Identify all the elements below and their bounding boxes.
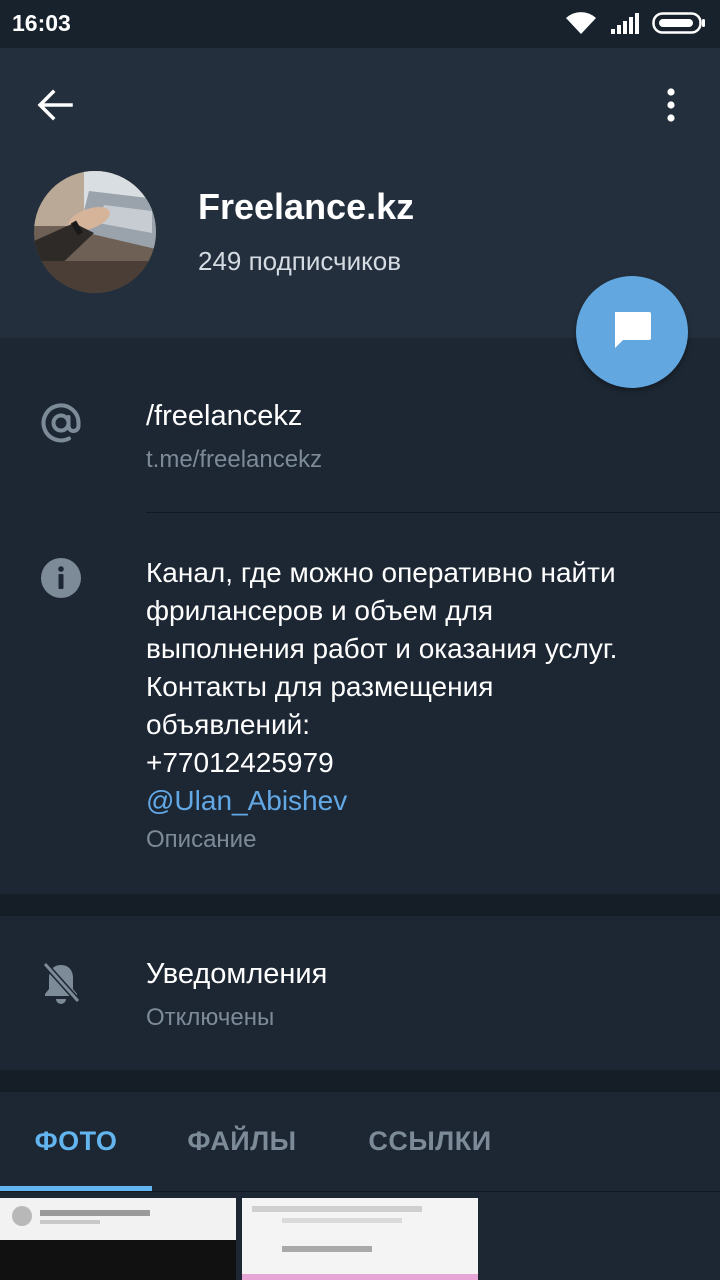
channel-link-title[interactable]: /freelancekz bbox=[146, 400, 302, 433]
status-time: 16:03 bbox=[12, 10, 71, 36]
description-line: Канал, где можно оперативно найти bbox=[146, 557, 616, 588]
at-icon bbox=[34, 396, 88, 450]
description-line: выполнения работ и оказания услуг. bbox=[146, 633, 618, 664]
tab-photo[interactable]: ФОТО bbox=[0, 1092, 152, 1190]
battery-icon bbox=[652, 11, 706, 40]
description-line: объявлений: bbox=[146, 709, 311, 740]
media-tabs: ФОТО ФАЙЛЫ ССЫЛКИ bbox=[0, 1092, 720, 1192]
divider bbox=[146, 512, 720, 513]
mention-link[interactable]: @Ulan_Abishev bbox=[146, 782, 706, 820]
info-icon bbox=[34, 551, 88, 605]
tab-indicator bbox=[0, 1186, 152, 1191]
tab-files[interactable]: ФАЙЛЫ bbox=[160, 1092, 324, 1190]
message-icon bbox=[611, 310, 653, 355]
photo-thumbnail[interactable] bbox=[0, 1198, 236, 1280]
more-vertical-icon bbox=[666, 87, 676, 127]
notifications-row[interactable]: Уведомления Отключены bbox=[0, 916, 720, 1070]
bell-off-icon bbox=[34, 956, 88, 1010]
info-section: /freelancekz t.me/freelancekz Канал, где… bbox=[0, 338, 720, 894]
media-grid bbox=[0, 1198, 720, 1280]
phone-number[interactable]: +77012425979 bbox=[146, 744, 706, 782]
tab-links[interactable]: ССЫЛКИ bbox=[344, 1092, 516, 1190]
arrow-left-icon bbox=[37, 89, 73, 126]
notifications-title: Уведомления bbox=[146, 958, 328, 990]
section-gap bbox=[0, 894, 720, 916]
channel-link-url: t.me/freelancekz bbox=[146, 446, 323, 473]
channel-title: Freelance.kz bbox=[198, 186, 415, 227]
description-line: фрилансеров и объем для bbox=[146, 595, 494, 626]
channel-description: Канал, где можно оперативно найти фрилан… bbox=[146, 554, 706, 820]
signal-icon bbox=[610, 11, 640, 40]
notifications-status: Отключены bbox=[146, 1004, 275, 1031]
status-bar: 16:03 bbox=[0, 0, 720, 48]
description-caption: Описание bbox=[146, 826, 257, 853]
status-icons bbox=[564, 10, 706, 40]
avatar[interactable] bbox=[34, 171, 156, 293]
back-button[interactable] bbox=[30, 82, 80, 132]
photo-thumbnail[interactable] bbox=[242, 1198, 478, 1280]
description-line: Контакты для размещения bbox=[146, 671, 494, 702]
wifi-icon bbox=[564, 10, 598, 41]
subscriber-count: 249 подписчиков bbox=[198, 246, 402, 276]
more-options-button[interactable] bbox=[646, 82, 696, 132]
message-button[interactable] bbox=[576, 276, 688, 388]
section-gap bbox=[0, 1070, 720, 1092]
